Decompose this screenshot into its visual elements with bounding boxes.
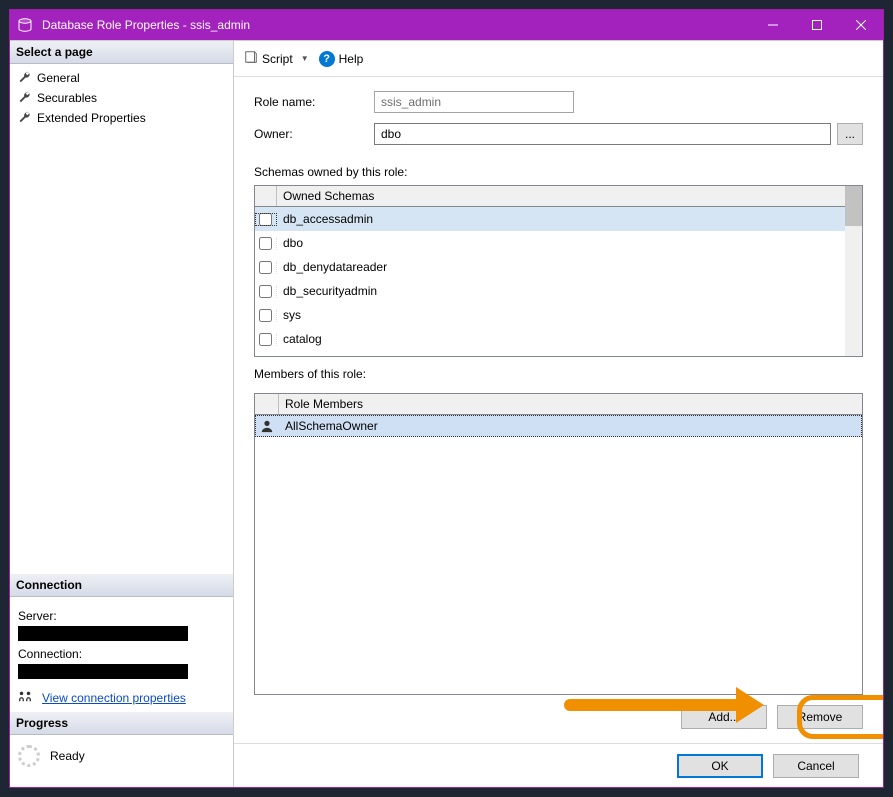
close-button[interactable] [839,10,883,40]
sidebar: Select a page General Securables [10,41,234,787]
schema-row[interactable]: sys [255,303,862,327]
schemas-section-label: Schemas owned by this role: [254,165,863,179]
script-button[interactable]: Script ▼ [244,50,309,67]
sidebar-item-general[interactable]: General [10,68,233,88]
cancel-button[interactable]: Cancel [773,754,859,778]
role-name-input [374,91,574,113]
schema-row[interactable]: db_accessadmin [255,207,862,231]
schema-name: db_securityadmin [277,284,845,298]
schema-name: sys [277,308,845,322]
toolbar: Script ▼ ? Help [234,41,883,77]
main-panel: Script ▼ ? Help Role name: Owner: ... [234,41,883,787]
ok-button[interactable]: OK [677,754,763,778]
minimize-button[interactable] [751,10,795,40]
owner-browse-button[interactable]: ... [837,123,863,145]
wrench-icon [18,90,31,106]
schema-name: catalog [277,332,845,346]
schema-checkbox[interactable] [259,333,272,346]
titlebar[interactable]: Database Role Properties - ssis_admin [10,10,883,40]
sidebar-item-label: Extended Properties [37,111,146,125]
server-value-redacted [18,626,188,641]
connection-value-redacted [18,664,188,679]
schema-row[interactable]: catalog [255,327,862,351]
scrollbar-thumb[interactable] [845,186,862,226]
schemas-grid[interactable]: Owned Schemas db_accessadmin dbo [254,185,863,357]
connection-icon [18,689,32,706]
progress-status: Ready [50,749,85,763]
connection-panel: Server: Connection: View connection prop… [10,597,233,712]
schema-row[interactable]: db_denydatareader [255,255,862,279]
schema-checkbox[interactable] [259,309,272,322]
view-connection-properties-link[interactable]: View connection properties [42,691,186,705]
wrench-icon [18,70,31,86]
page-list: General Securables Extended Properties [10,64,233,574]
sidebar-item-extended-properties[interactable]: Extended Properties [10,108,233,128]
sidebar-item-securables[interactable]: Securables [10,88,233,108]
schema-checkbox[interactable] [259,213,272,226]
scrollbar-track[interactable] [845,186,862,356]
dialog-window: Database Role Properties - ssis_admin Se… [9,9,884,788]
connection-label: Connection: [18,647,225,661]
grid-corner [255,186,277,206]
schemas-column-header[interactable]: Owned Schemas [277,186,862,206]
progress-header: Progress [10,712,233,735]
window-title: Database Role Properties - ssis_admin [42,18,751,32]
progress-panel: Ready [10,735,233,787]
add-button[interactable]: Add... [681,705,767,729]
schema-checkbox[interactable] [259,285,272,298]
server-label: Server: [18,609,225,623]
schema-checkbox[interactable] [259,261,272,274]
members-section-label: Members of this role: [254,367,863,381]
members-grid[interactable]: Role Members AllSchemaOwner [254,393,863,695]
member-row[interactable]: AllSchemaOwner [255,415,862,437]
schema-name: db_accessadmin [277,212,845,226]
sidebar-item-label: General [37,71,80,85]
members-column-header[interactable]: Role Members [279,394,862,414]
user-icon [255,419,279,433]
script-icon [244,50,258,67]
schema-name: dbo [277,236,845,250]
dialog-footer: OK Cancel [234,743,883,787]
maximize-button[interactable] [795,10,839,40]
wrench-icon [18,110,31,126]
script-label: Script [262,52,293,66]
grid-corner [255,394,279,414]
chevron-down-icon: ▼ [301,54,309,63]
connection-header: Connection [10,574,233,597]
sidebar-item-label: Securables [37,91,97,105]
progress-spinner-icon [18,745,40,767]
owner-input[interactable] [374,123,831,145]
schema-name: db_denydatareader [277,260,845,274]
schema-row[interactable]: db_securityadmin [255,279,862,303]
database-icon [16,16,34,34]
member-name: AllSchemaOwner [279,419,862,433]
help-label: Help [339,52,364,66]
help-button[interactable]: ? Help [319,51,364,67]
help-icon: ? [319,51,335,67]
select-page-header: Select a page [10,41,233,64]
schema-row[interactable]: dbo [255,231,862,255]
owner-label: Owner: [254,127,374,141]
schema-checkbox[interactable] [259,237,272,250]
remove-button[interactable]: Remove [777,705,863,729]
role-name-label: Role name: [254,95,374,109]
